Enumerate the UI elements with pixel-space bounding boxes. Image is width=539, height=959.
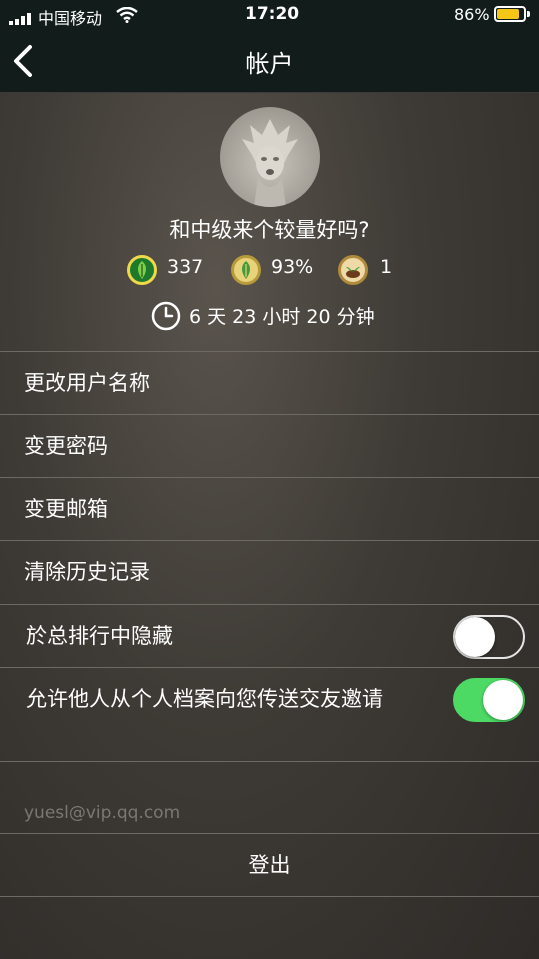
change-password-row[interactable]: 变更密码 — [0, 414, 539, 478]
sprout-icon — [338, 255, 368, 285]
battery-icon — [494, 6, 526, 22]
hide-leaderboard-row: 於总排行中隐藏 — [0, 604, 539, 668]
wifi-icon — [116, 6, 138, 28]
page-title: 帐户 — [245, 50, 294, 78]
email-text: yuesl@vip.qq.com — [24, 803, 181, 823]
timer-text: 6 天 23 小时 20 分钟 — [189, 306, 375, 328]
hide-leaderboard-toggle[interactable] — [453, 615, 525, 659]
stat-trees: 1 — [380, 256, 393, 278]
change-email-label: 变更邮箱 — [24, 497, 108, 521]
change-password-label: 变更密码 — [24, 434, 108, 458]
username: 和中级来个较量好吗? — [169, 218, 370, 242]
change-username-row[interactable]: 更改用户名称 — [0, 351, 539, 415]
clock-icon — [151, 301, 181, 335]
allow-friend-requests-row: 允许他人从个人档案向您传送交友邀请 — [0, 667, 539, 761]
avatar[interactable] — [220, 107, 320, 207]
stat-percent: 93% — [271, 256, 314, 278]
leaf-coin-icon — [127, 255, 157, 285]
stat-coins: 337 — [167, 256, 204, 278]
status-bar: 中国移动 17:20 86% — [0, 0, 539, 30]
battery-percent: 86% — [454, 5, 490, 24]
clear-history-label: 清除历史记录 — [24, 560, 150, 584]
bottom-divider — [0, 896, 539, 897]
profile-header: 和中级来个较量好吗? 337 93% 1 6 天 23 小时 20 分钟 — [0, 93, 539, 351]
clear-history-row[interactable]: 清除历史记录 — [0, 540, 539, 604]
logout-row[interactable]: 登出 — [0, 833, 539, 897]
clock-time: 17:20 — [245, 4, 300, 24]
carrier-label: 中国移动 — [38, 9, 103, 28]
logout-button[interactable]: 登出 — [0, 834, 539, 897]
allow-friend-requests-toggle[interactable] — [453, 678, 525, 722]
leaf-percent-icon — [231, 255, 261, 285]
email-row: yuesl@vip.qq.com — [0, 761, 539, 834]
allow-friend-requests-label: 允许他人从个人档案向您传送交友邀请 — [26, 687, 383, 711]
change-email-row[interactable]: 变更邮箱 — [0, 477, 539, 541]
nav-bar: 帐户 — [0, 30, 539, 93]
signal-icon — [9, 10, 35, 25]
change-username-label: 更改用户名称 — [24, 371, 150, 395]
hide-leaderboard-label: 於总排行中隐藏 — [26, 624, 173, 648]
